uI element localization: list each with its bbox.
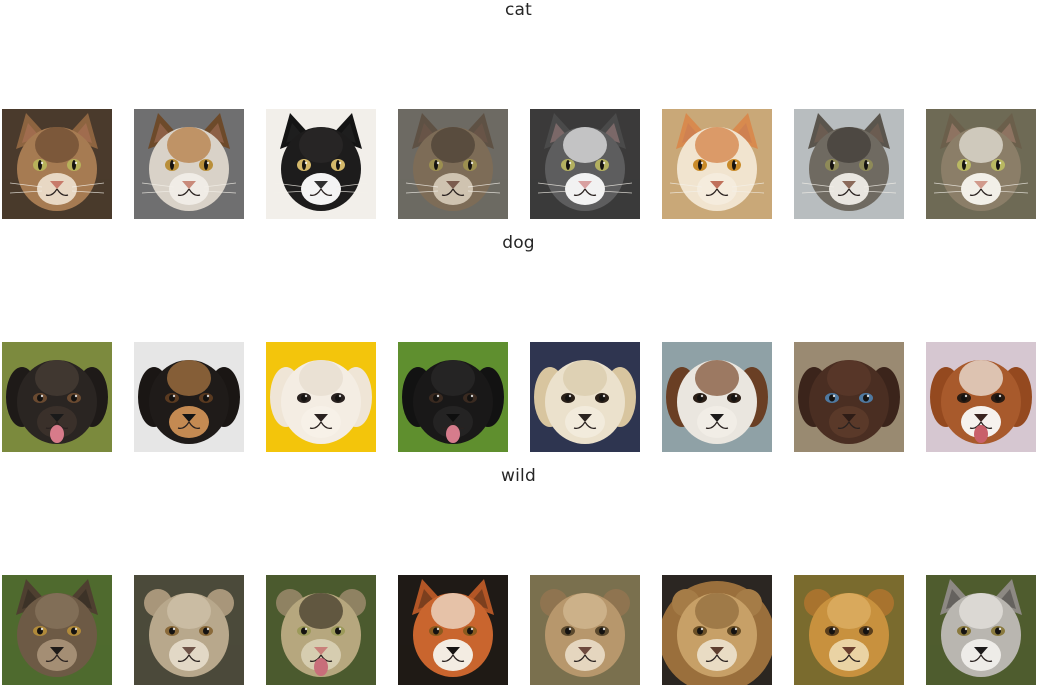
lion-cub-face-image — [530, 575, 640, 685]
photo-chocolate-lab-dog-face — [794, 342, 904, 452]
photo-red-fox-face — [398, 575, 508, 685]
row-title-dog: dog — [502, 233, 535, 253]
photo-snow-leopard-face — [266, 575, 376, 685]
photo-tabby-white-cat-face — [926, 109, 1036, 219]
photo-grey-wolf-face — [926, 575, 1036, 685]
spaniel-dog-face-image — [926, 342, 1036, 452]
photo-grey-white-cat-face — [530, 109, 640, 219]
chocolate-lab-dog-face-image — [794, 342, 904, 452]
photo-lion-cub-face — [530, 575, 640, 685]
photo-spaniel-dog-face — [926, 342, 1036, 452]
golden-retriever-dog-face-image — [530, 342, 640, 452]
tabby-cat-face-image — [2, 109, 112, 219]
photo-white-fluffy-dog-face — [266, 342, 376, 452]
lioness-face-image — [134, 575, 244, 685]
white-fluffy-dog-face-image — [266, 342, 376, 452]
maine-coon-cat-face-image — [398, 109, 508, 219]
terrier-dog-face-image — [662, 342, 772, 452]
grey-wolf-face-image — [926, 575, 1036, 685]
photo-black-lab-dog-face — [398, 342, 508, 452]
photo-male-lion-face — [662, 575, 772, 685]
photo-white-orange-cat-face — [662, 109, 772, 219]
photo-black-cat-face — [266, 109, 376, 219]
grey-tabby-cat-face-image — [794, 109, 904, 219]
photo-maine-coon-cat-face — [398, 109, 508, 219]
grey-white-cat-face-image — [530, 109, 640, 219]
wolf-face-image — [2, 575, 112, 685]
black-cat-face-image — [266, 109, 376, 219]
red-fox-face-image — [398, 575, 508, 685]
snow-leopard-face-image — [266, 575, 376, 685]
black-tan-dog-face-image — [134, 342, 244, 452]
tabby-white-cat-face-image — [926, 109, 1036, 219]
photo-grey-tabby-cat-face — [794, 109, 904, 219]
long-hair-black-dog-face-image — [2, 342, 112, 452]
black-lab-dog-face-image — [398, 342, 508, 452]
photo-wolf-face — [2, 575, 112, 685]
photo-terrier-dog-face — [662, 342, 772, 452]
row-title-cat: cat — [504, 0, 533, 20]
photo-calico-cat-face — [134, 109, 244, 219]
photo-golden-retriever-dog-face — [530, 342, 640, 452]
row-title-wild: wild — [501, 466, 536, 486]
photo-black-tan-dog-face — [134, 342, 244, 452]
calico-cat-face-image — [134, 109, 244, 219]
photo-lioness-face — [134, 575, 244, 685]
photo-tabby-cat-face — [2, 109, 112, 219]
white-orange-cat-face-image — [662, 109, 772, 219]
photo-long-hair-black-dog-face — [2, 342, 112, 452]
photo-young-lion-face — [794, 575, 904, 685]
young-lion-face-image — [794, 575, 904, 685]
male-lion-face-image — [662, 575, 772, 685]
